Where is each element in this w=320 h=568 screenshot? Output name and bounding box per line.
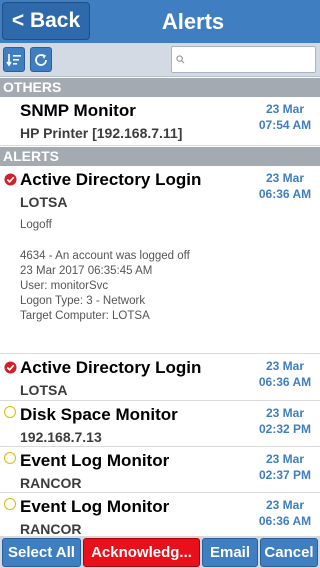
checked-icon [4,173,17,186]
detail-line: 4634 - An account was logged off [20,250,190,262]
search-icon [176,55,185,64]
item-name: Active Directory Login [20,170,202,189]
list-item-expanded[interactable]: Active Directory Login LOTSA 23 Mar 06:3… [0,166,320,354]
item-summary: Logoff [20,219,52,231]
pending-icon [4,452,16,464]
item-date: 23 Mar [265,359,305,373]
sort-icon [6,53,21,66]
section-header-alerts: ALERTS [0,147,320,166]
acknowledge-button[interactable]: Acknowledg... [83,538,200,567]
bottom-action-bar: Select All Acknowledg... Email Cancel [0,537,320,568]
item-name: Disk Space Monitor [20,405,178,424]
back-button[interactable]: < Back [2,2,90,40]
toolbar [0,43,320,77]
item-timestamp: 23 Mar 02:37 PM [254,451,316,483]
item-date: 23 Mar [265,406,305,420]
page-title: Alerts [161,8,225,34]
detail-line: Logon Type: 3 - Network [20,295,146,307]
refresh-button[interactable] [30,47,52,72]
header-bar: < Back Alerts [0,0,320,43]
item-date: 23 Mar [265,452,305,466]
list-item[interactable]: Disk Space Monitor 192.168.7.13 23 Mar 0… [0,401,320,447]
list-item[interactable]: SNMP Monitor HP Printer [192.168.7.11] 2… [0,97,320,146]
item-date: 23 Mar [265,102,305,116]
item-source: 192.168.7.13 [20,429,102,445]
item-time: 02:37 PM [258,468,312,482]
item-timestamp: 23 Mar 07:54 AM [254,101,316,133]
item-source: HP Printer [192.168.7.11] [20,125,183,141]
item-time: 02:32 PM [258,422,312,436]
item-timestamp: 23 Mar 06:36 AM [254,358,316,390]
item-date: 23 Mar [265,171,305,185]
detail-line: 23 Mar 2017 06:35:45 AM [20,265,153,277]
list-item[interactable]: Event Log Monitor RANCOR 23 Mar 06:36 AM [0,493,320,537]
item-name: Event Log Monitor [20,497,170,516]
section-header-others: OTHERS [0,78,320,97]
item-date: 23 Mar [265,498,305,512]
cancel-button[interactable]: Cancel [260,538,318,567]
item-name: SNMP Monitor [20,101,136,120]
item-time: 07:54 AM [258,118,312,132]
item-source: LOTSA [20,194,68,210]
pending-icon [4,498,16,510]
item-time: 06:36 AM [258,514,312,528]
item-source: LOTSA [20,382,68,398]
item-time: 06:36 AM [258,375,312,389]
item-name: Event Log Monitor [20,451,170,470]
checked-icon [4,361,17,374]
sort-button[interactable] [3,47,25,72]
email-button[interactable]: Email [202,538,258,567]
list-item[interactable]: Active Directory Login LOTSA 23 Mar 06:3… [0,354,320,401]
select-all-button[interactable]: Select All [2,538,81,567]
item-timestamp: 23 Mar 02:32 PM [254,405,316,437]
item-timestamp: 23 Mar 06:36 AM [254,170,316,202]
search-input[interactable] [171,46,316,73]
item-time: 06:36 AM [258,187,312,201]
detail-line: User: monitorSvc [20,280,109,292]
item-timestamp: 23 Mar 06:36 AM [254,497,316,529]
list-item[interactable]: Event Log Monitor RANCOR 23 Mar 02:37 PM [0,447,320,493]
item-source: RANCOR [20,475,82,491]
pending-icon [4,406,16,418]
item-name: Active Directory Login [20,358,202,377]
item-source: RANCOR [20,521,82,537]
detail-line: Target Computer: LOTSA [20,310,150,322]
refresh-icon [35,53,47,66]
